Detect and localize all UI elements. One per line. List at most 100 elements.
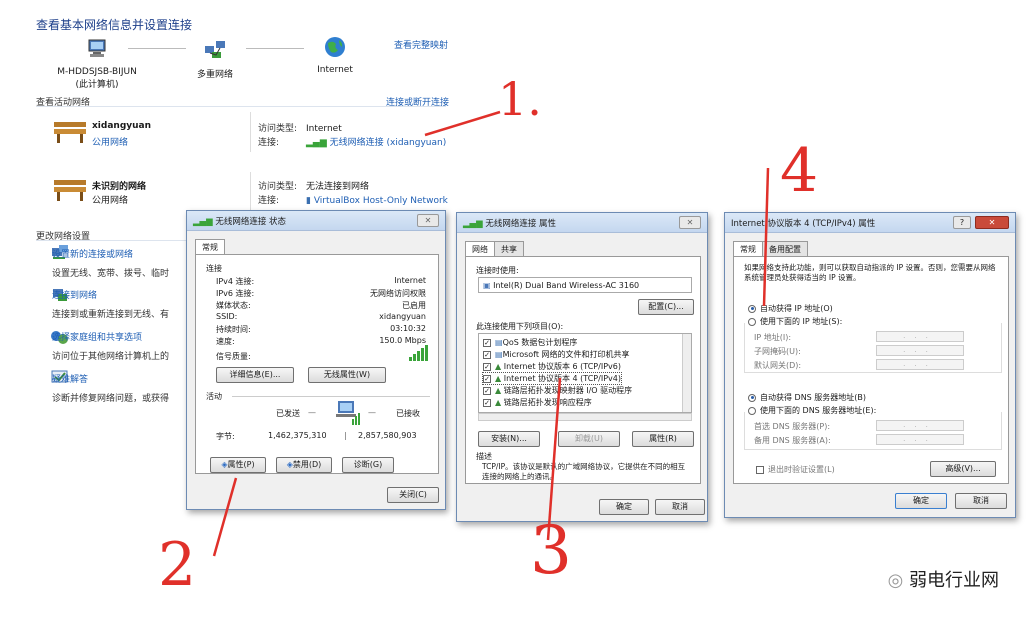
advanced-button[interactable]: 高级(V)... [930,461,996,477]
signal-quality-label: 信号质量: [216,352,251,361]
network-type: 公用网络 [92,196,129,206]
subnet-mask-label: 子网掩码(U): [754,347,801,356]
network-type-link[interactable]: 公用网络 [92,135,128,148]
radio-button[interactable] [748,393,756,402]
ip-address-field[interactable]: ... [876,331,964,342]
tab-network[interactable]: 网络 [465,241,495,257]
tab-general[interactable]: 常规 [195,239,225,255]
view-full-map-link[interactable]: 查看完整映射 [394,38,448,51]
connect-using-label: 连接时使用: [476,266,519,275]
dialog-title: 无线网络连接 状态 [215,217,287,227]
task-new-connection[interactable]: 设置新的连接或网络 设置无线、宽带、拨号、临时 [52,247,169,279]
network-name: 未识别的网络 [92,182,147,192]
bytes-sent-value: 1,462,375,310 [268,431,327,440]
list-item[interactable]: ✓ ▲ 链路层拓扑发现映射器 I/O 驱动程序 [483,385,632,396]
task-homegroup[interactable]: 选择家庭组和共享选项 访问位于其他网络计算机上的 [52,330,169,362]
validate-checkbox[interactable]: 退出时验证设置(L) [756,464,835,475]
sent-label: 已发送 [276,409,300,418]
list-item[interactable]: ✓ ▲ Internet 协议版本 6 (TCP/IPv6) [483,361,621,372]
tab-sharing[interactable]: 共享 [494,241,524,257]
tab-alternate-config[interactable]: 备用配置 [762,241,808,257]
help-icon[interactable]: ? [953,216,971,229]
cancel-button[interactable]: 取消 [655,499,705,515]
wireless-status-dialog: ▂▄▆ 无线网络连接 状态 ✕ 常规 连接 IPv4 连接: Internet … [186,210,446,510]
subnet-mask-field[interactable]: ... [876,345,964,356]
list-item-ipv4[interactable]: ✓ ▲ Internet 协议版本 4 (TCP/IPv4) [482,372,622,385]
properties-button[interactable]: ◈属性(P) [210,457,266,473]
computer-node[interactable]: M-HDDSJSB-BIJUN (此计算机) [42,38,152,90]
gateway-field[interactable]: ... [876,359,964,370]
preferred-dns-field[interactable]: ... [876,420,964,431]
dialog-titlebar[interactable]: Internet 协议版本 4 (TCP/IPv4) 属性 ? ✕ [725,213,1015,233]
arrow-1 [424,110,501,137]
task-connect-network[interactable]: 连接到网络连接到或重新连接到无线、有 [52,288,169,320]
adapter-icon: ▣ [483,281,494,290]
list-item[interactable]: ✓ ▤Microsoft 网络的文件和打印机共享 [483,349,630,360]
close-icon[interactable]: ✕ [679,216,701,229]
network-name: xidangyuan [92,121,152,131]
disable-button[interactable]: ◈禁用(D) [276,457,332,473]
speed-label: 速度: [216,337,235,346]
activity-section-label: 活动 [206,392,222,401]
annotation-4: 4 [780,136,819,206]
connection-label: 连接: [258,196,280,206]
internet-node[interactable]: Internet [280,36,390,75]
checkbox[interactable]: ✓ [483,398,491,407]
wireless-connection-link[interactable]: 无线网络连接 (xidangyuan) [330,138,447,148]
auto-dns-radio[interactable]: 自动获得 DNS 服务器地址(B) [748,392,866,403]
cancel-button[interactable]: 取消 [955,493,1007,509]
close-button[interactable]: 关闭(C) [387,487,439,503]
install-button[interactable]: 安装(N)... [478,431,540,447]
tab-general[interactable]: 常规 [733,241,763,257]
task-desc: 设置无线、宽带、拨号、临时 [52,269,170,279]
close-icon[interactable]: ✕ [975,216,1009,229]
horizontal-scrollbar[interactable] [478,413,692,421]
ok-button[interactable]: 确定 [895,493,947,509]
dialog-title: 无线网络连接 属性 [485,219,557,229]
auto-ip-radio[interactable]: 自动获得 IP 地址(O) [748,303,833,314]
dialog-titlebar[interactable]: ▂▄▆ 无线网络连接 状态 ✕ [187,211,445,231]
close-icon[interactable]: ✕ [417,214,439,227]
network-adapter-icon: ▮ [306,196,314,206]
diagnose-button[interactable]: 诊断(G) [342,457,394,473]
signal-bars-icon: ▂▄▆ [193,217,216,227]
public-network-bench-icon [54,122,86,143]
task-title[interactable]: 设置新的连接或网络 [52,247,169,260]
item-properties-button[interactable]: 属性(R) [632,431,694,447]
details-button[interactable]: 详细信息(E)... [216,367,294,383]
radio-button[interactable] [748,304,756,313]
list-item[interactable]: ✓ ▲ 链路层拓扑发现响应程序 [483,397,592,408]
multi-network-node[interactable]: 多重网络 [160,38,270,80]
network-panel: 连接时使用: ▣ Intel(R) Dual Band Wireless-AC … [465,256,701,484]
task-title[interactable]: 选择家庭组和共享选项 [52,330,169,343]
uninstall-button[interactable]: 卸载(U) [558,431,620,447]
dialog-titlebar[interactable]: ▂▄▆ 无线网络连接 属性 ✕ [457,213,707,233]
annotation-2: 2 [158,530,197,600]
vertical-scrollbar[interactable] [682,334,691,412]
wireless-properties-button[interactable]: 无线属性(W) [308,367,386,383]
virtualbox-connection-link[interactable]: VirtualBox Host-Only Network [314,196,448,206]
access-type-label: 访问类型: [258,182,298,192]
adapter-field: ▣ Intel(R) Dual Band Wireless-AC 3160 [478,277,692,293]
checkbox[interactable]: ✓ [483,338,491,347]
task-desc: 连接到或重新连接到无线、有 [52,310,170,320]
wechat-icon: ◎ [887,570,909,591]
wireless-properties-dialog: ▂▄▆ 无线网络连接 属性 ✕ 网络 共享 连接时使用: ▣ Intel(R) D… [456,212,708,522]
task-title[interactable]: 连接到网络 [52,288,169,301]
checkbox[interactable]: ✓ [483,350,491,359]
checkbox[interactable]: ✓ [483,374,491,383]
task-title[interactable]: 疑难解答 [52,372,169,385]
configure-button[interactable]: 配置(C)... [638,299,694,315]
media-state-value: 已启用 [402,301,426,310]
list-item[interactable]: ✓ ▤QoS 数据包计划程序 [483,337,577,348]
bytes-received-value: 2,857,580,903 [358,431,417,440]
checkbox[interactable] [756,465,764,474]
checkbox[interactable]: ✓ [483,362,491,371]
duration-value: 03:10:32 [390,324,426,333]
access-type-value: Internet [306,124,342,134]
task-troubleshoot[interactable]: 疑难解答 诊断并修复网络问题，或获得 [52,372,169,404]
checkbox[interactable]: ✓ [483,386,491,395]
ok-button[interactable]: 确定 [599,499,649,515]
alternate-dns-field[interactable]: ... [876,434,964,445]
share-icon: ▤ [495,350,503,359]
